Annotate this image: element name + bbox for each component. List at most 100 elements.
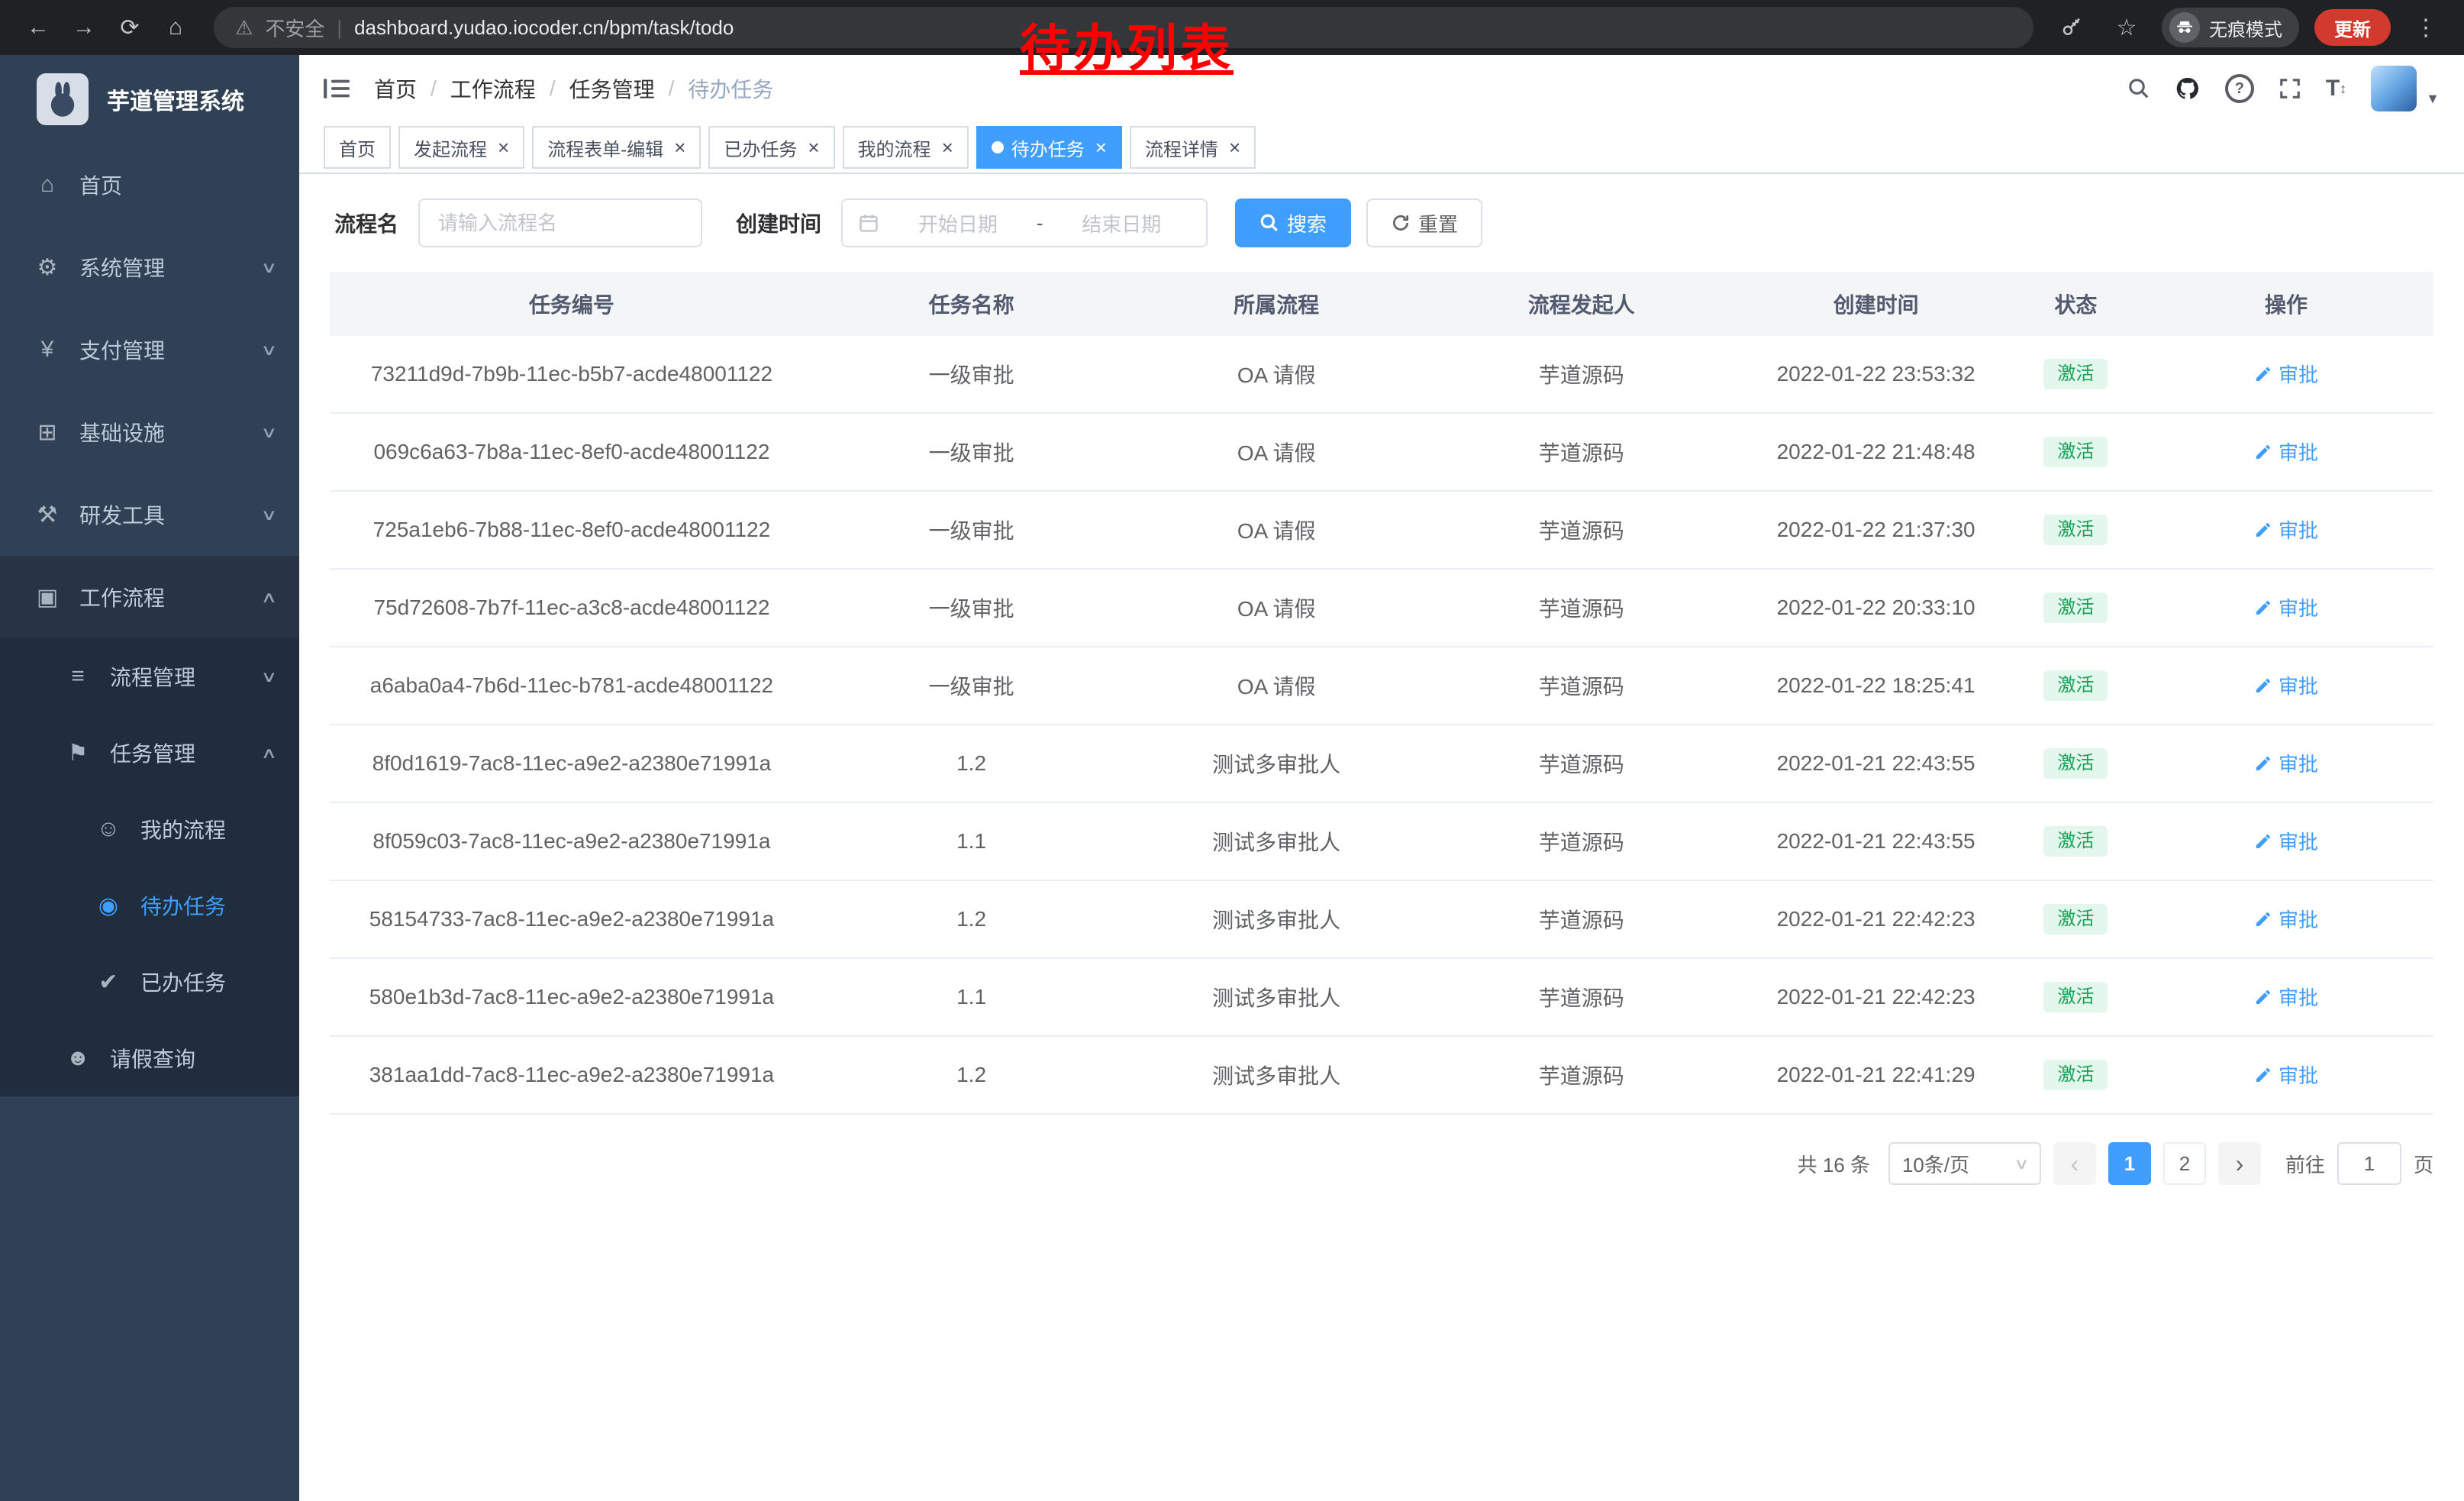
sidebar-item-process-management[interactable]: ≡ 流程管理 ∨ bbox=[0, 638, 299, 715]
github-icon[interactable] bbox=[2175, 76, 2201, 102]
tab[interactable]: 流程表单-编辑 × bbox=[532, 126, 701, 169]
bookmark-star-icon[interactable]: ☆ bbox=[2107, 8, 2146, 47]
edit-icon bbox=[2254, 599, 2272, 617]
edit-icon bbox=[2254, 988, 2272, 1006]
tab-close-icon[interactable]: × bbox=[674, 137, 685, 157]
sidebar-item-infrastructure[interactable]: ⊞ 基础设施 ∨ bbox=[0, 391, 299, 473]
search-icon[interactable] bbox=[2127, 77, 2150, 100]
password-key-icon[interactable] bbox=[2052, 8, 2091, 47]
avatar-dropdown-caret[interactable]: ▼ bbox=[2426, 91, 2440, 111]
tab-label: 首页 bbox=[339, 134, 376, 161]
tab[interactable]: 已办任务 × bbox=[708, 126, 834, 169]
page-size-select[interactable]: 10条/页 ∨ bbox=[1888, 1142, 2041, 1185]
tab[interactable]: 流程详情 × bbox=[1130, 126, 1256, 169]
fullscreen-icon[interactable] bbox=[2279, 77, 2301, 100]
cell-initiator: 芋道源码 bbox=[1424, 802, 1739, 880]
browser-update-button[interactable]: 更新 bbox=[2314, 9, 2391, 46]
process-name-input[interactable] bbox=[418, 199, 702, 247]
tab[interactable]: 待办任务 × bbox=[976, 126, 1122, 169]
tab[interactable]: 发起流程 × bbox=[398, 126, 524, 169]
chevron-down-icon: ∨ bbox=[261, 505, 278, 525]
breadcrumb-home[interactable]: 首页 bbox=[374, 73, 417, 104]
date-range-separator: - bbox=[1037, 211, 1043, 235]
approve-button[interactable]: 审批 bbox=[2254, 749, 2318, 777]
tab-label: 待办任务 bbox=[1011, 134, 1085, 161]
process-name-label: 流程名 bbox=[334, 208, 398, 238]
screen: ← → ⟳ ⌂ ⚠ 不安全 | dashboard.yudao.iocoder.… bbox=[0, 0, 2464, 1501]
date-range-picker[interactable]: 开始日期 - 结束日期 bbox=[841, 199, 1208, 247]
status-badge: 激活 bbox=[2043, 670, 2108, 701]
tab-close-icon[interactable]: × bbox=[1229, 137, 1240, 157]
sidebar-toggle-icon[interactable] bbox=[324, 77, 350, 100]
table-row: 8f0d1619-7ac8-11ec-a9e2-a2380e71991a 1.2… bbox=[330, 725, 2433, 802]
sidebar: 芋道管理系统 ⌂ 首页 ⚙ 系统管理 ∨ ¥ 支付管理 ∨ ⊞ bbox=[0, 55, 299, 1501]
create-time-label: 创建时间 bbox=[736, 208, 821, 238]
browser-menu-icon[interactable]: ⋮ bbox=[2406, 8, 2446, 47]
cell-task-name: 一级审批 bbox=[814, 336, 1129, 413]
status-badge: 激活 bbox=[2043, 982, 2108, 1012]
tab[interactable]: 我的流程 × bbox=[843, 126, 969, 169]
approve-button[interactable]: 审批 bbox=[2254, 905, 2318, 933]
search-button[interactable]: 搜索 bbox=[1235, 199, 1351, 247]
cell-process: OA 请假 bbox=[1129, 569, 1424, 647]
sidebar-item-task-management[interactable]: ⚑ 任务管理 ∧ bbox=[0, 715, 299, 791]
pagination: 共 16 条 10条/页 ∨ ‹ 1 2 › 前往 页 bbox=[330, 1142, 2433, 1185]
tab-close-icon[interactable]: × bbox=[942, 137, 953, 157]
breadcrumb-workflow[interactable]: 工作流程 bbox=[450, 73, 536, 104]
tab[interactable]: 首页 bbox=[324, 126, 391, 169]
cell-task-id: 73211d9d-7b9b-11ec-b5b7-acde48001122 bbox=[330, 336, 814, 413]
browser-forward-button[interactable]: → bbox=[64, 8, 104, 47]
tab-close-icon[interactable]: × bbox=[1095, 137, 1107, 157]
prev-page-button[interactable]: ‹ bbox=[2053, 1142, 2096, 1185]
sidebar-item-home[interactable]: ⌂ 首页 bbox=[0, 144, 299, 226]
reset-button[interactable]: 重置 bbox=[1366, 199, 1482, 247]
cell-process: 测试多审批人 bbox=[1129, 725, 1424, 802]
cell-initiator: 芋道源码 bbox=[1424, 1036, 1739, 1114]
cell-task-id: 75d72608-7b7f-11ec-a3c8-acde48001122 bbox=[330, 569, 814, 647]
help-icon[interactable]: ? bbox=[2225, 74, 2254, 103]
address-divider: | bbox=[337, 16, 342, 40]
cell-initiator: 芋道源码 bbox=[1424, 725, 1739, 802]
table-body: 73211d9d-7b9b-11ec-b5b7-acde48001122 一级审… bbox=[330, 336, 2433, 1114]
cell-action: 审批 bbox=[2139, 958, 2433, 1036]
column-header: 操作 bbox=[2139, 272, 2433, 336]
browser-home-button[interactable]: ⌂ bbox=[156, 8, 195, 47]
edit-icon bbox=[2254, 832, 2272, 851]
cell-process: OA 请假 bbox=[1129, 413, 1424, 491]
tab-close-icon[interactable]: × bbox=[808, 137, 819, 157]
table-row: 58154733-7ac8-11ec-a9e2-a2380e71991a 1.2… bbox=[330, 880, 2433, 958]
approve-button[interactable]: 审批 bbox=[2254, 1060, 2318, 1089]
tab-close-icon[interactable]: × bbox=[498, 137, 509, 157]
cell-initiator: 芋道源码 bbox=[1424, 491, 1739, 569]
next-page-button[interactable]: › bbox=[2218, 1142, 2261, 1185]
approve-button[interactable]: 审批 bbox=[2254, 593, 2318, 621]
browser-refresh-button[interactable]: ⟳ bbox=[110, 8, 150, 47]
breadcrumb-task-management[interactable]: 任务管理 bbox=[569, 73, 655, 104]
cell-task-name: 1.1 bbox=[814, 958, 1129, 1036]
sidebar-item-my-processes[interactable]: ☺ 我的流程 bbox=[0, 791, 299, 867]
approve-button[interactable]: 审批 bbox=[2254, 827, 2318, 855]
sidebar-item-system[interactable]: ⚙ 系统管理 ∨ bbox=[0, 226, 299, 308]
sidebar-item-payment[interactable]: ¥ 支付管理 ∨ bbox=[0, 308, 299, 391]
browser-back-button[interactable]: ← bbox=[18, 8, 58, 47]
breadcrumb-separator: / bbox=[669, 76, 675, 101]
approve-button[interactable]: 审批 bbox=[2254, 671, 2318, 699]
sidebar-item-devtools[interactable]: ⚒ 研发工具 ∨ bbox=[0, 473, 299, 556]
page-button-2[interactable]: 2 bbox=[2163, 1142, 2206, 1185]
sidebar-item-workflow[interactable]: ▣ 工作流程 ∧ bbox=[0, 556, 299, 638]
app-logo-row[interactable]: 芋道管理系统 bbox=[0, 55, 299, 144]
font-size-icon[interactable]: T↕ bbox=[2326, 76, 2346, 102]
sidebar-item-done-tasks[interactable]: ✔ 已办任务 bbox=[0, 944, 299, 1020]
sidebar-item-leave-query[interactable]: ☻ 请假查询 bbox=[0, 1020, 299, 1096]
goto-page-input[interactable] bbox=[2337, 1142, 2401, 1185]
sidebar-item-todo-tasks[interactable]: ◉ 待办任务 bbox=[0, 867, 299, 944]
page-button-1[interactable]: 1 bbox=[2108, 1142, 2151, 1185]
status-badge: 激活 bbox=[2043, 904, 2108, 934]
approve-button[interactable]: 审批 bbox=[2254, 515, 2318, 544]
approve-button[interactable]: 审批 bbox=[2254, 360, 2318, 388]
approve-button[interactable]: 审批 bbox=[2254, 983, 2318, 1011]
workflow-submenu: ≡ 流程管理 ∨ ⚑ 任务管理 ∧ ☺ 我的流程 ◉ bbox=[0, 638, 299, 1096]
cell-action: 审批 bbox=[2139, 569, 2433, 647]
user-avatar[interactable] bbox=[2371, 66, 2417, 111]
approve-button[interactable]: 审批 bbox=[2254, 437, 2318, 466]
